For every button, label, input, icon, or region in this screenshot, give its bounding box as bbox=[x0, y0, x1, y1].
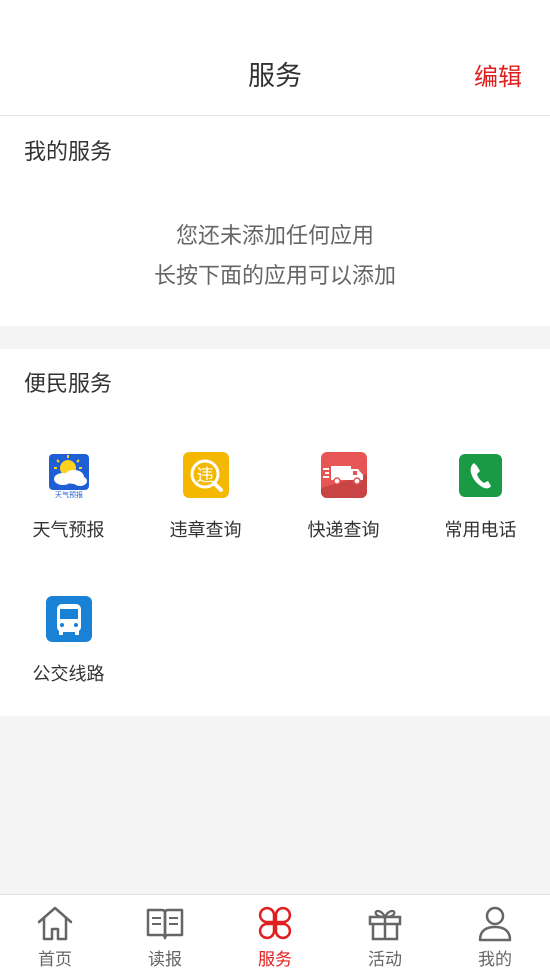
convenience-services-title: 便民服务 bbox=[24, 372, 113, 397]
bus-icon bbox=[46, 596, 92, 642]
service-weather[interactable]: 天气预报 天气预报 bbox=[0, 452, 137, 572]
home-icon bbox=[37, 906, 73, 941]
service-label: 公交线路 bbox=[32, 664, 105, 685]
user-icon bbox=[478, 906, 512, 942]
tab-label: 活动 bbox=[368, 950, 402, 970]
service-label: 天气预报 bbox=[32, 520, 105, 541]
my-services-title: 我的服务 bbox=[24, 140, 113, 165]
tab-mine[interactable]: 我的 bbox=[440, 895, 550, 977]
service-delivery[interactable]: 快递查询 bbox=[275, 452, 412, 572]
service-phone[interactable]: 常用电话 bbox=[412, 452, 549, 572]
newspaper-icon bbox=[146, 908, 184, 940]
convenience-services-section: 便民服务 天气预报 天气预报 违 违章查询 快递查询 常用电话 公交线路 bbox=[0, 349, 550, 716]
violation-icon-text: 违 bbox=[197, 466, 214, 486]
my-services-section: 我的服务 您还未添加任何应用 长按下面的应用可以添加 bbox=[0, 116, 550, 326]
tab-activities[interactable]: 活动 bbox=[330, 895, 440, 977]
service-label: 快递查询 bbox=[307, 520, 380, 541]
service-violation[interactable]: 违 违章查询 bbox=[137, 452, 274, 572]
empty-message-line1: 您还未添加任何应用 bbox=[175, 224, 374, 249]
services-icon bbox=[258, 906, 292, 940]
top-bar: 服务 编辑 bbox=[0, 0, 550, 116]
delivery-truck-icon bbox=[321, 452, 367, 498]
service-label: 常用电话 bbox=[444, 520, 517, 541]
weather-icon-text: 天气预报 bbox=[55, 490, 83, 498]
tab-home[interactable]: 首页 bbox=[0, 895, 110, 977]
tab-label: 服务 bbox=[258, 950, 292, 970]
service-label: 违章查询 bbox=[169, 520, 242, 541]
tab-services[interactable]: 服务 bbox=[220, 895, 330, 977]
weather-icon: 天气预报 bbox=[46, 452, 92, 498]
violation-icon: 违 bbox=[183, 452, 229, 498]
tab-label: 我的 bbox=[478, 950, 512, 970]
tab-label: 首页 bbox=[38, 950, 72, 970]
edit-button[interactable]: 编辑 bbox=[474, 58, 522, 96]
service-bus[interactable]: 公交线路 bbox=[0, 596, 137, 716]
page-title: 服务 bbox=[248, 61, 302, 92]
gift-icon bbox=[368, 909, 402, 941]
tab-label: 读报 bbox=[148, 950, 182, 970]
bottom-tab-bar: 首页 读报 服务 活动 我的 bbox=[0, 894, 550, 977]
tab-newspaper[interactable]: 读报 bbox=[110, 895, 220, 977]
phone-icon bbox=[459, 454, 502, 497]
empty-message-line2: 长按下面的应用可以添加 bbox=[153, 264, 396, 289]
